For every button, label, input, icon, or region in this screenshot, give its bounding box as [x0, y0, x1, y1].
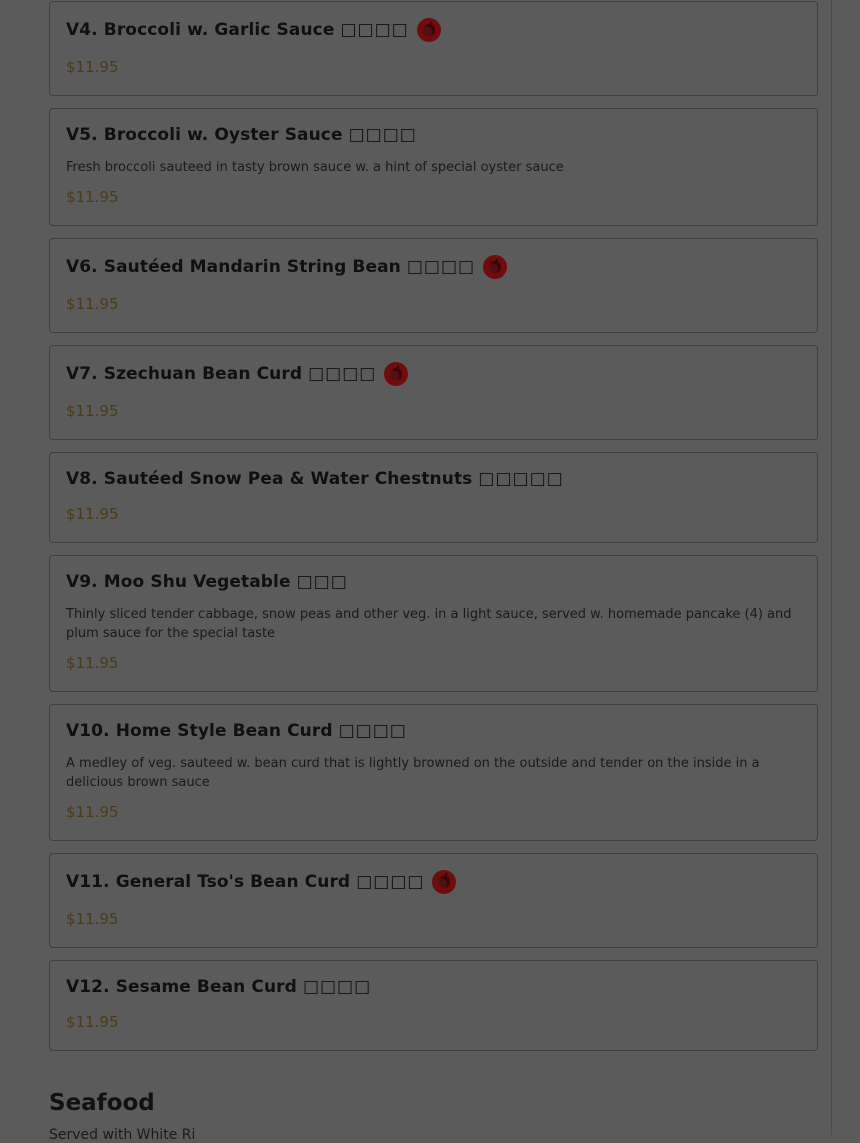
menu-item-card[interactable]: V7. Szechuan Bean Curd □□□□ $11.95	[49, 345, 818, 440]
menu-item-price: $11.95	[66, 910, 119, 928]
menu-item-price: $11.95	[66, 402, 119, 420]
menu-item-price: $11.95	[66, 188, 119, 206]
menu-item-chinese-name: □□□□	[356, 872, 425, 892]
menu-item-price: $11.95	[66, 803, 119, 821]
menu-item-card[interactable]: V11. General Tso's Bean Curd □□□□ $11.95	[49, 853, 818, 948]
menu-item-description: Thinly sliced tender cabbage, snow peas …	[66, 607, 792, 641]
menu-item-title: V10. Home Style Bean Curd □□□□	[66, 721, 407, 741]
menu-item-name: V6. Sautéed Mandarin String Bean	[66, 257, 401, 277]
menu-item-card[interactable]: V4. Broccoli w. Garlic Sauce □□□□ $11.95	[49, 1, 818, 96]
menu-item-chinese-name: □□□□	[406, 257, 476, 277]
menu-item-card[interactable]: V9. Moo Shu Vegetable □□□ Thinly sliced …	[49, 555, 818, 692]
section-title: Seafood	[49, 1090, 155, 1116]
menu-item-price: $11.95	[66, 1013, 119, 1031]
menu-page: V4. Broccoli w. Garlic Sauce □□□□ $11.95…	[0, 0, 860, 1143]
scrollbar-divider	[831, 0, 832, 1135]
menu-item-chinese-name: □□□□	[338, 721, 407, 741]
menu-item-title: V6. Sautéed Mandarin String Bean □□□□	[66, 255, 508, 279]
menu-item-name: V7. Szechuan Bean Curd	[66, 364, 303, 384]
menu-item-name: V10. Home Style Bean Curd	[66, 721, 333, 741]
chili-pepper-icon	[432, 870, 457, 894]
menu-item-title: V12. Sesame Bean Curd □□□□	[66, 977, 371, 997]
menu-item-chinese-name: □□□	[296, 572, 348, 592]
menu-item-name: V9. Moo Shu Vegetable	[66, 572, 291, 592]
menu-item-card[interactable]: V12. Sesame Bean Curd □□□□ $11.95	[49, 960, 818, 1051]
menu-item-chinese-name: □□□□	[302, 977, 372, 997]
menu-item-price: $11.95	[66, 58, 119, 76]
menu-item-card[interactable]: V6. Sautéed Mandarin String Bean □□□□ $1…	[49, 238, 818, 333]
chili-pepper-icon	[483, 255, 508, 279]
chili-pepper-icon	[416, 18, 441, 42]
menu-item-title: V5. Broccoli w. Oyster Sauce □□□□	[66, 125, 417, 145]
menu-item-card[interactable]: V8. Sautéed Snow Pea & Water Chestnuts □…	[49, 452, 818, 543]
menu-item-price: $11.95	[66, 295, 119, 313]
chili-pepper-icon	[384, 362, 409, 386]
menu-item-card[interactable]: V5. Broccoli w. Oyster Sauce □□□□ Fresh …	[49, 108, 818, 226]
menu-item-name: V11. General Tso's Bean Curd	[66, 872, 351, 892]
menu-item-name: V8. Sautéed Snow Pea & Water Chestnuts	[66, 469, 473, 489]
menu-item-name: V12. Sesame Bean Curd	[66, 977, 297, 997]
section-subtitle: Served with White Ri	[49, 1127, 196, 1143]
menu-item-chinese-name: □□□□	[308, 364, 377, 384]
menu-item-title: V7. Szechuan Bean Curd □□□□	[66, 362, 409, 386]
menu-item-chinese-name: □□□□□	[478, 469, 564, 489]
menu-item-title: V9. Moo Shu Vegetable □□□	[66, 572, 348, 592]
menu-item-description: A medley of veg. sauteed w. bean curd th…	[66, 756, 760, 790]
menu-item-card[interactable]: V10. Home Style Bean Curd □□□□ A medley …	[49, 704, 818, 841]
menu-item-name: V4. Broccoli w. Garlic Sauce	[66, 20, 335, 40]
menu-item-title: V8. Sautéed Snow Pea & Water Chestnuts □…	[66, 469, 564, 489]
menu-item-price: $11.95	[66, 505, 119, 523]
menu-item-name: V5. Broccoli w. Oyster Sauce	[66, 125, 343, 145]
menu-item-description: Fresh broccoli sauteed in tasty brown sa…	[66, 160, 564, 175]
menu-item-title: V11. General Tso's Bean Curd □□□□	[66, 870, 457, 894]
menu-item-chinese-name: □□□□	[348, 125, 417, 145]
menu-item-chinese-name: □□□□	[340, 20, 409, 40]
menu-item-price: $11.95	[66, 654, 119, 672]
menu-item-title: V4. Broccoli w. Garlic Sauce □□□□	[66, 18, 441, 42]
